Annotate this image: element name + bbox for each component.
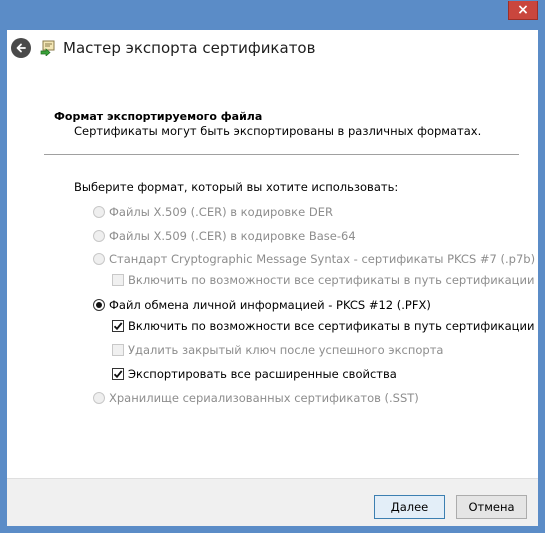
checkbox-pkcs7-include-chain: [112, 274, 124, 286]
checkbox-pfx-include-chain-option[interactable]: Включить по возможности все сертификаты …: [112, 318, 534, 334]
close-icon: ×: [517, 2, 529, 18]
radio-pfx-option[interactable]: Файл обмена личной информацией - PKCS #1…: [93, 297, 431, 313]
checkbox-pfx-export-props-option[interactable]: Экспортировать все расширенные свойства: [112, 366, 397, 382]
radio-der: [93, 206, 105, 218]
radio-der-label: Файлы X.509 (.CER) в кодировке DER: [109, 205, 333, 219]
section-description: Сертификаты могут быть экспортированы в …: [74, 124, 482, 138]
radio-sst-label: Хранилище сериализованных сертификатов (…: [109, 391, 419, 405]
checkbox-pfx-export-props[interactable]: [112, 368, 124, 380]
checkbox-pfx-include-chain-label[interactable]: Включить по возможности все сертификаты …: [128, 319, 534, 333]
next-button[interactable]: Далее: [374, 495, 445, 519]
radio-sst-option: Хранилище сериализованных сертификатов (…: [93, 390, 419, 406]
checkmark-icon: [113, 322, 123, 331]
radio-pkcs7-label: Стандарт Cryptographic Message Syntax - …: [109, 252, 536, 266]
back-button[interactable]: [11, 38, 31, 58]
cancel-button[interactable]: Отмена: [456, 495, 527, 519]
radio-pfx-label[interactable]: Файл обмена личной информацией - PKCS #1…: [109, 298, 431, 312]
checkbox-pkcs7-include-chain-option: Включить по возможности все сертификаты …: [112, 272, 534, 288]
checkbox-pkcs7-include-chain-label: Включить по возможности все сертификаты …: [128, 273, 535, 287]
section-title: Формат экспортируемого файла: [54, 110, 263, 123]
checkmark-icon: [113, 370, 123, 379]
format-prompt: Выберите формат, который вы хотите испол…: [74, 180, 399, 194]
wizard-client-area: Мастер экспорта сертификатов Формат эксп…: [7, 30, 538, 526]
radio-base64: [93, 230, 105, 242]
window-close-button[interactable]: ×: [508, 1, 538, 20]
radio-pfx[interactable]: [93, 299, 105, 311]
checkbox-pfx-delete-key-option: Удалить закрытый ключ после успешного эк…: [112, 342, 443, 358]
radio-base64-label: Файлы X.509 (.CER) в кодировке Base-64: [109, 229, 356, 243]
checkbox-pfx-delete-key: [112, 344, 124, 356]
wizard-footer: Далее Отмена: [7, 478, 538, 526]
certificate-icon: [40, 40, 55, 56]
wizard-window: × Мастер экспорта сертификатов Формат эк…: [0, 0, 545, 533]
radio-pkcs7-option: Стандарт Cryptographic Message Syntax - …: [93, 251, 535, 267]
back-arrow-icon: [16, 43, 26, 53]
checkbox-pfx-include-chain[interactable]: [112, 320, 124, 332]
wizard-title: Мастер экспорта сертификатов: [63, 39, 316, 57]
radio-sst: [93, 392, 105, 404]
checkbox-pfx-delete-key-label: Удалить закрытый ключ после успешного эк…: [128, 343, 444, 357]
radio-der-option: Файлы X.509 (.CER) в кодировке DER: [93, 204, 333, 220]
wizard-header: Мастер экспорта сертификатов: [7, 30, 538, 68]
header-divider: [44, 154, 519, 155]
radio-base64-option: Файлы X.509 (.CER) в кодировке Base-64: [93, 228, 356, 244]
checkbox-pfx-export-props-label[interactable]: Экспортировать все расширенные свойства: [128, 367, 397, 381]
radio-pkcs7: [93, 253, 105, 265]
